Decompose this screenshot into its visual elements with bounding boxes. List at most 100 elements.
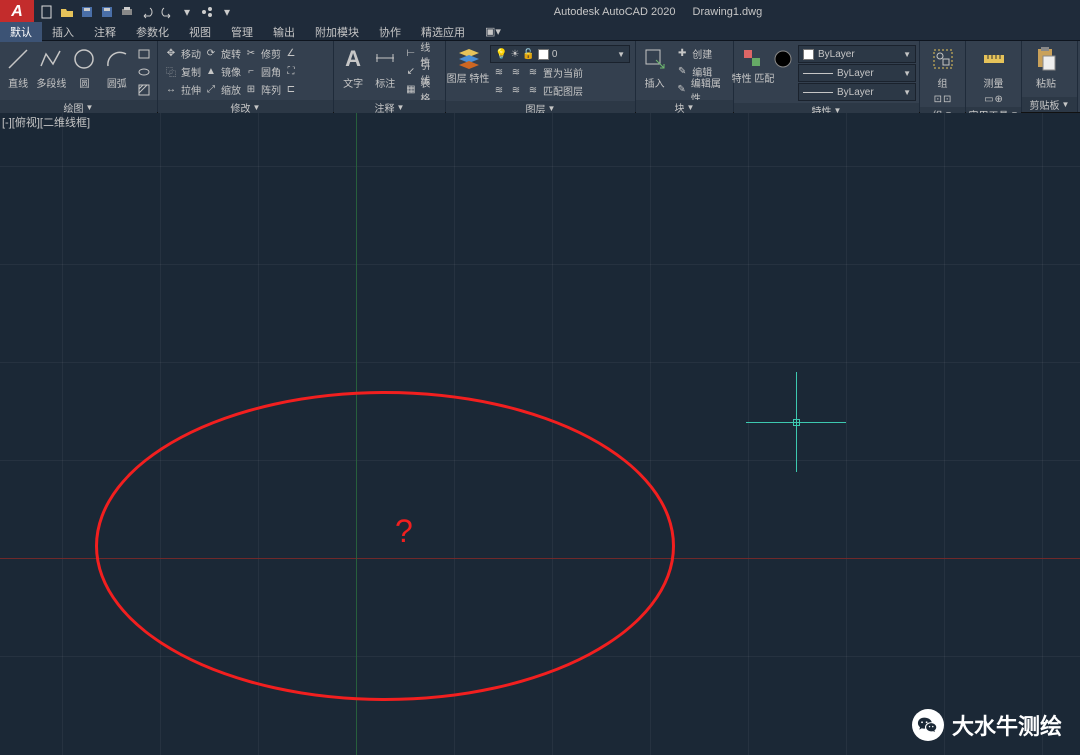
ellipse-icon[interactable] — [135, 63, 153, 80]
annotation-question: ? — [395, 513, 413, 550]
qat-save-icon[interactable] — [78, 3, 96, 21]
circle-icon — [71, 45, 97, 73]
erase-icon[interactable]: ∠ — [284, 47, 298, 61]
tab-output[interactable]: 输出 — [263, 22, 305, 42]
title-bar: A ▾ ▾ Autodesk AutoCAD 2020 Drawing1.dwg — [0, 0, 1080, 23]
rotate-icon[interactable]: ⟳ — [204, 47, 218, 61]
tab-addins[interactable]: 附加模块 — [305, 22, 369, 42]
arc-icon — [104, 45, 130, 73]
dimension-button[interactable]: 标注 — [372, 43, 398, 90]
annotation-ellipse — [95, 391, 675, 701]
panel-modify: ✥移动 ⟳旋转 ✂修剪 ∠ ⿻复制 ▲镜像 ⌐圆角 ⛶ ↔拉伸 ⤢缩放 ⊞阵列 … — [158, 41, 334, 112]
util1-icon[interactable]: ▭ — [984, 94, 993, 105]
paste-button[interactable]: 粘贴 — [1026, 43, 1066, 90]
insert-button[interactable]: 插入 — [640, 43, 669, 90]
color-combo[interactable]: ByLayer▼ — [798, 45, 916, 63]
hatch-icon[interactable] — [135, 81, 153, 98]
measure-button[interactable]: 测量 — [979, 43, 1009, 90]
polyline-icon — [38, 45, 64, 73]
color-wheel-button[interactable] — [772, 43, 794, 73]
tab-manage[interactable]: 管理 — [221, 22, 263, 42]
panel-layers: 图层 特性 💡 ☀ 🔓 0 ▼ ≋≋≋置为当前 ≋≋≋匹配图层 图层▼ — [446, 41, 636, 112]
text-button[interactable]: A 文字 — [338, 43, 368, 90]
lock-icon: 🔓 — [522, 49, 534, 60]
tab-insert[interactable]: 插入 — [42, 22, 84, 42]
qat-overflow-icon[interactable]: ▾ — [218, 3, 236, 21]
match-props-button[interactable]: 特性 匹配 — [738, 43, 768, 85]
group-sub1-icon[interactable]: ⊡ — [934, 94, 942, 105]
layer-combo[interactable]: 💡 ☀ 🔓 0 ▼ — [490, 45, 630, 63]
fillet-icon[interactable]: ⌐ — [244, 65, 258, 79]
stretch-icon[interactable]: ↔ — [164, 83, 178, 97]
ribbon-tabs: 默认 插入 注释 参数化 视图 管理 输出 附加模块 协作 精选应用 ▣▾ — [0, 23, 1080, 41]
group-button[interactable]: 组 — [929, 43, 957, 90]
move-icon[interactable]: ✥ — [164, 47, 178, 61]
circle-button[interactable]: 圆 — [70, 43, 98, 90]
color-swatch — [538, 49, 549, 60]
offset-icon[interactable]: ⊏ — [284, 83, 298, 97]
mirror-icon[interactable]: ▲ — [204, 65, 218, 79]
qat-undo-icon[interactable] — [138, 3, 156, 21]
panel-clip-title[interactable]: 剪贴板▼ — [1022, 97, 1077, 112]
drawing-canvas[interactable]: [-][俯视][二维线框] ? 大水牛测绘 — [0, 113, 1080, 755]
create-block-button[interactable]: ✚创建 — [673, 45, 729, 62]
make-current-button[interactable]: ≋≋≋置为当前 — [490, 64, 631, 81]
white-swatch — [803, 49, 814, 60]
tab-annotate[interactable]: 注释 — [84, 22, 126, 42]
scale-icon[interactable]: ⤢ — [204, 83, 218, 97]
lineweight-combo[interactable]: ByLayer▼ — [798, 64, 916, 82]
panel-props: 特性 匹配 ByLayer▼ ByLayer▼ ByLayer▼ 特性▼ — [734, 41, 920, 112]
qat-dropdown-icon[interactable]: ▾ — [178, 3, 196, 21]
measure-icon — [981, 45, 1007, 73]
edit-attr-button[interactable]: ✎编辑属性 — [673, 81, 729, 98]
util2-icon[interactable]: ⊕ — [995, 94, 1003, 105]
table-button[interactable]: ▦表格 — [402, 81, 441, 98]
tab-default[interactable]: 默认 — [0, 22, 42, 42]
line-icon — [5, 45, 31, 73]
match-layer-button[interactable]: ≋≋≋匹配图层 — [490, 82, 631, 99]
ribbon: 直线 多段线 圆 圆弧 绘图▼ — [0, 41, 1080, 113]
array-icon[interactable]: ⊞ — [244, 83, 258, 97]
edit-icon: ✎ — [675, 65, 689, 79]
sun-icon: ☀ — [510, 49, 519, 60]
pickbox — [793, 419, 800, 426]
watermark: 大水牛测绘 — [912, 709, 1062, 741]
qat-open-icon[interactable] — [58, 3, 76, 21]
qat-new-icon[interactable] — [38, 3, 56, 21]
create-icon: ✚ — [675, 47, 689, 61]
qat-plot-icon[interactable] — [118, 3, 136, 21]
layer-props-icon — [455, 45, 481, 73]
linear-icon: ⊢ — [404, 47, 417, 61]
copy-icon[interactable]: ⿻ — [164, 65, 178, 79]
polyline-button[interactable]: 多段线 — [36, 43, 66, 90]
tab-parametric[interactable]: 参数化 — [126, 22, 179, 42]
tab-view[interactable]: 视图 — [179, 22, 221, 42]
window-title: Autodesk AutoCAD 2020 Drawing1.dwg — [236, 6, 1080, 18]
panel-draw: 直线 多段线 圆 圆弧 绘图▼ — [0, 41, 158, 112]
linetype-combo[interactable]: ByLayer▼ — [798, 83, 916, 101]
layer-props-button[interactable]: 图层 特性 — [450, 43, 486, 85]
watermark-text: 大水牛测绘 — [952, 709, 1062, 741]
trim-icon[interactable]: ✂ — [244, 47, 258, 61]
rect-icon[interactable] — [135, 45, 153, 62]
leader-icon: ↙ — [404, 65, 417, 79]
wechat-icon — [912, 709, 944, 741]
tab-collab[interactable]: 协作 — [369, 22, 411, 42]
line-button[interactable]: 直线 — [4, 43, 32, 90]
explode-icon[interactable]: ⛶ — [284, 65, 298, 79]
insert-icon — [642, 45, 668, 73]
table-icon: ▦ — [404, 83, 417, 97]
group-sub2-icon[interactable]: ⊡ — [943, 94, 951, 105]
tab-express-icon[interactable]: ▣▾ — [475, 23, 511, 40]
text-icon: A — [340, 45, 366, 73]
layers2-icon: ≋ — [492, 84, 506, 98]
line-swatch — [803, 73, 833, 74]
qat-share-icon[interactable] — [198, 3, 216, 21]
app-logo: A — [0, 0, 34, 23]
qat-saveas-icon[interactable] — [98, 3, 116, 21]
qat-redo-icon[interactable] — [158, 3, 176, 21]
arc-button[interactable]: 圆弧 — [103, 43, 131, 90]
layers-icon: ≋ — [492, 66, 506, 80]
viewport-label[interactable]: [-][俯视][二维线框] — [2, 114, 90, 130]
draw-extra — [135, 43, 153, 98]
